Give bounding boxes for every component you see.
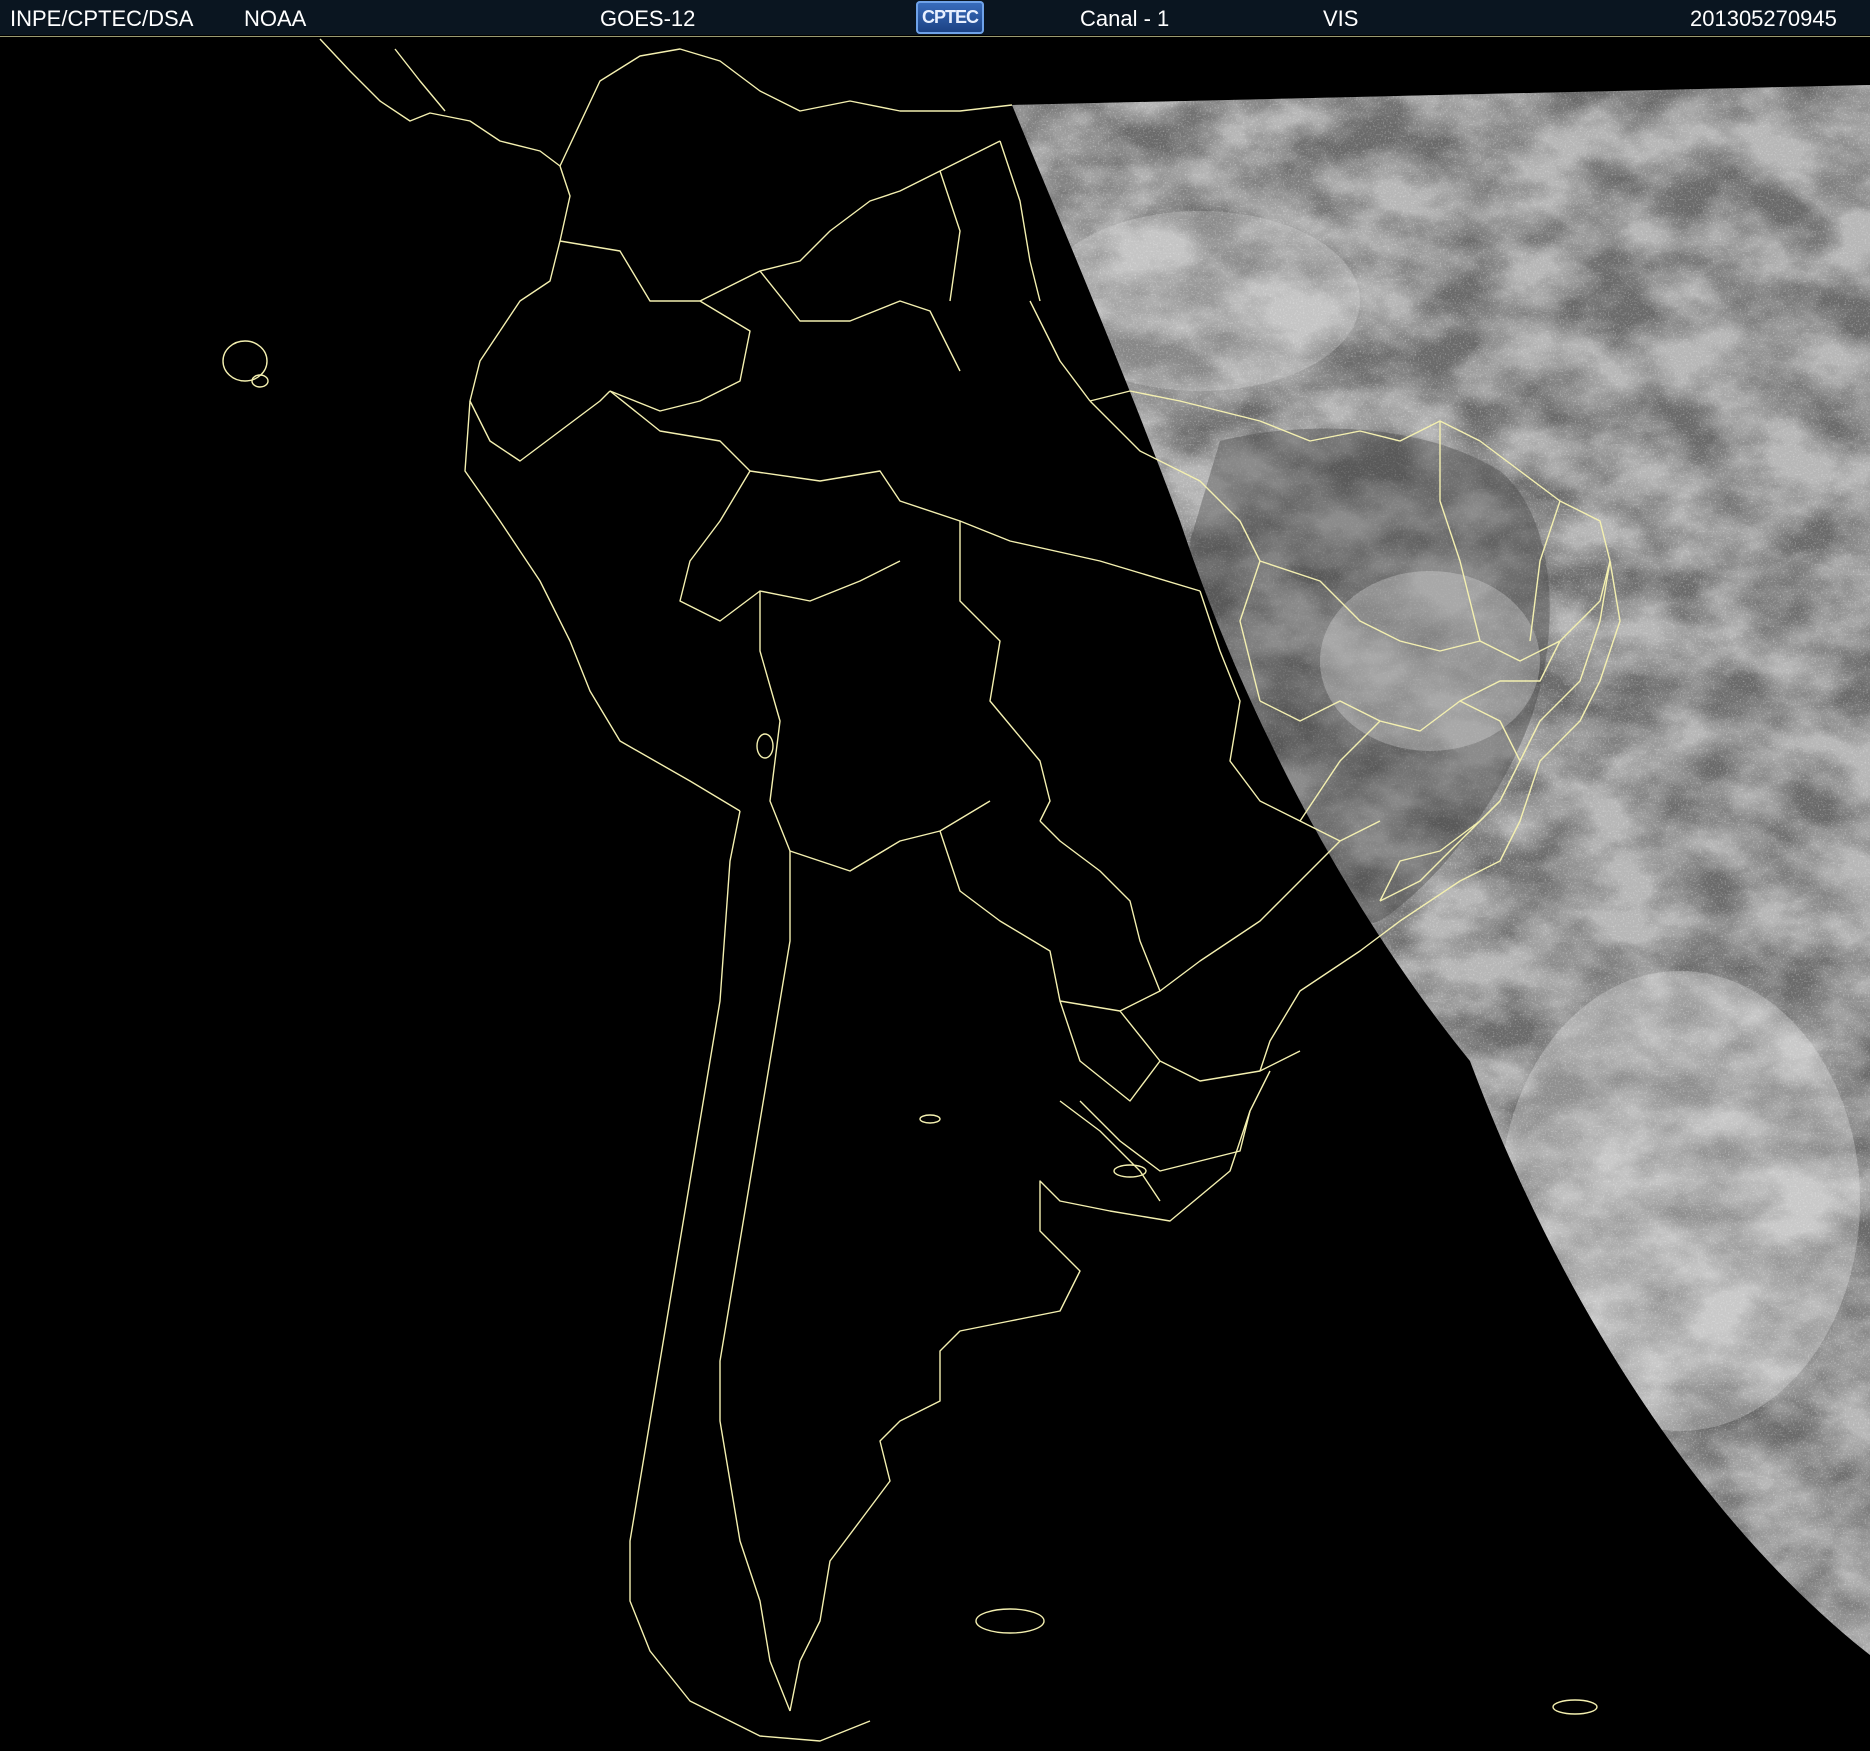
daylight-imagery (1012, 85, 1870, 1655)
band-label: VIS (1323, 6, 1359, 31)
image-header: INPE/CPTEC/DSA NOAA GOES-12 CPTEC Canal … (0, 0, 1870, 35)
agency-label: INPE/CPTEC/DSA (10, 6, 194, 31)
satellite-map (0, 36, 1870, 1751)
cptec-logo: CPTEC (916, 1, 984, 34)
map-svg (222, 38, 1870, 1742)
timestamp-label: 201305270945 (1690, 6, 1837, 31)
satellite-label: GOES-12 (600, 6, 696, 31)
cptec-logo-text: CPTEC (921, 7, 979, 27)
channel-label: Canal - 1 (1080, 6, 1170, 31)
partner-label: NOAA (244, 6, 307, 31)
